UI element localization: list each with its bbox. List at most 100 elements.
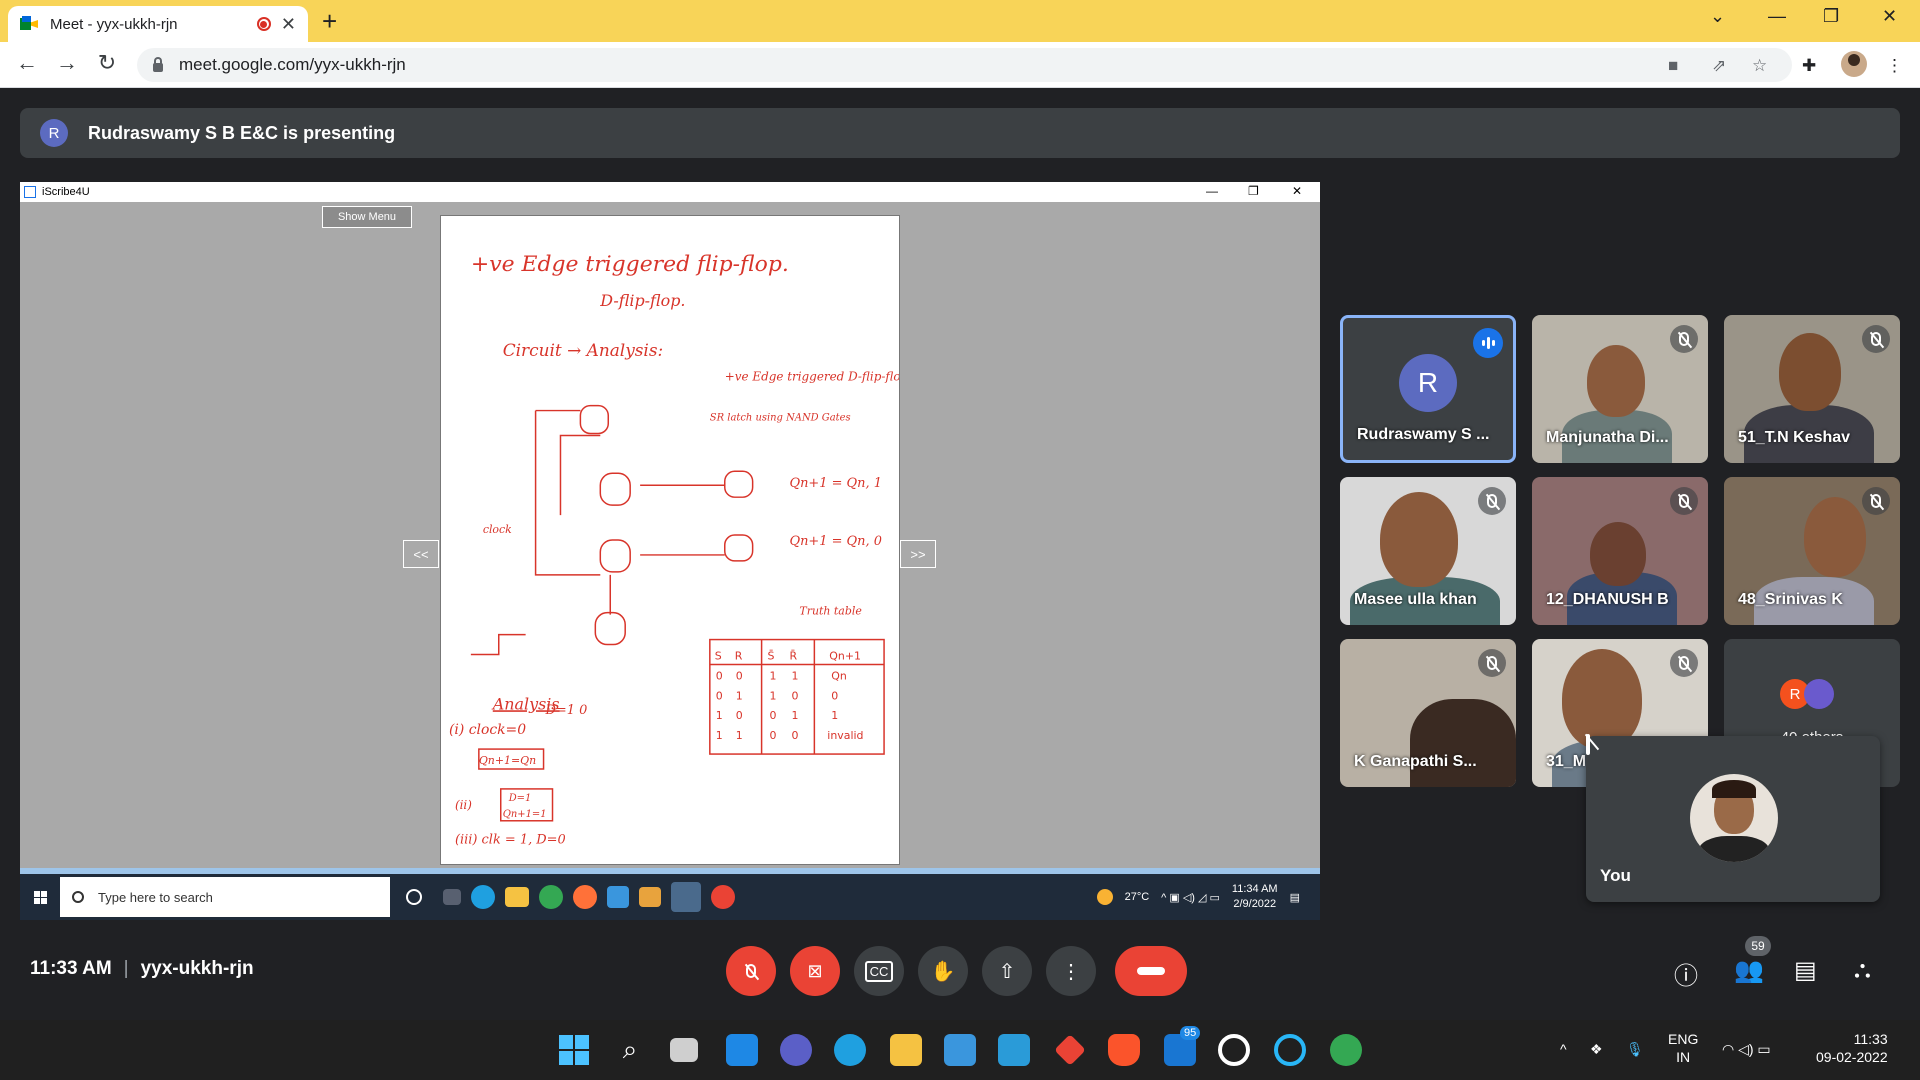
chrome-icon: [539, 885, 563, 909]
search-icon: [72, 891, 84, 903]
participant-face: [1804, 497, 1866, 577]
participant-name: Masee ulla khan: [1354, 591, 1477, 608]
browser-tab[interactable]: Meet - yyx-ukkh-rjn ✕: [8, 6, 308, 42]
system-time: 11:33: [1853, 1031, 1888, 1047]
forward-button[interactable]: →: [52, 50, 82, 76]
restore-button[interactable]: ❐: [1823, 6, 1839, 27]
iscribe-titlebar: iScribe4U — ❐ ✕: [20, 182, 1320, 202]
weather-temp: 27°C: [1124, 891, 1150, 903]
activities-icon[interactable]: ⛬: [1854, 956, 1871, 984]
truth-r0-c3: 1: [791, 669, 798, 682]
raise-hand-button[interactable]: ✋: [918, 946, 968, 996]
participant-tile-keshav[interactable]: 51_T.N Keshav: [1724, 315, 1900, 463]
notes-analysis: Analysis: [491, 694, 560, 713]
extensions-icon[interactable]: ✚: [1802, 56, 1816, 76]
share-icon[interactable]: ⇗: [1712, 56, 1726, 76]
chat-icon[interactable]: ▤: [1794, 956, 1817, 985]
firefox-icon: [573, 885, 597, 909]
mic-off-icon: [1478, 649, 1506, 677]
truth-h-0: S: [715, 649, 722, 662]
file-explorer-icon[interactable]: [890, 1034, 922, 1066]
participant-tile-srinivas[interactable]: 48_Srinivas K: [1724, 477, 1900, 625]
captions-button[interactable]: CC: [854, 946, 904, 996]
iscribe-icon: [24, 186, 36, 198]
chrome-icon[interactable]: [1330, 1034, 1362, 1066]
system-clock[interactable]: 11:33 09-02-2022: [1816, 1030, 1888, 1066]
brave-icon[interactable]: [1108, 1034, 1140, 1066]
close-tab-icon[interactable]: ✕: [281, 14, 296, 35]
participant-name: Rudraswamy S ...: [1357, 426, 1490, 443]
show-hidden-icons[interactable]: ^: [1560, 1040, 1567, 1058]
outlook-icon[interactable]: 95: [1164, 1026, 1201, 1066]
browser-tabstrip: Meet - yyx-ukkh-rjn ✕ + ⌄ — ❐ ✕: [0, 0, 1920, 42]
show-menu-button: Show Menu: [322, 206, 412, 228]
close-window-button[interactable]: ✕: [1882, 6, 1897, 27]
region-label: IN: [1676, 1049, 1691, 1065]
system-date: 09-02-2022: [1816, 1049, 1888, 1065]
minimize-button[interactable]: —: [1768, 6, 1786, 27]
truth-r0-c2: 1: [770, 669, 777, 682]
bookmark-star-icon[interactable]: ☆: [1752, 56, 1767, 76]
notes-case2-box1: D=1: [508, 793, 532, 804]
network-volume-battery-icons[interactable]: ◠ ◁) ▭: [1722, 1040, 1771, 1058]
end-call-button[interactable]: [1115, 946, 1187, 996]
tab-search-icon[interactable]: ⌄: [1710, 6, 1725, 27]
teams-chat-icon[interactable]: [780, 1034, 812, 1066]
notes-case1: (i) clock=0: [449, 722, 526, 738]
alexa-icon[interactable]: [1274, 1034, 1306, 1066]
reload-button[interactable]: ↻: [92, 50, 122, 76]
language-indicator[interactable]: ENG IN: [1668, 1030, 1698, 1066]
present-button[interactable]: ⇧: [982, 946, 1032, 996]
participant-tile-rudraswamy[interactable]: R Rudraswamy S ...: [1340, 315, 1516, 463]
truth-r2-c0: 1: [716, 709, 723, 722]
anydesk-icon[interactable]: [1054, 1034, 1086, 1066]
present-icon: ⇧: [998, 960, 1016, 983]
github-icon[interactable]: [1218, 1034, 1250, 1066]
mail-icon[interactable]: [944, 1034, 976, 1066]
mic-toggle-button[interactable]: [726, 946, 776, 996]
iscribe-taskbar-icon: [671, 882, 701, 912]
participant-name: 31_M: [1546, 753, 1587, 770]
truth-r2-c3: 1: [791, 709, 798, 722]
edge-icon[interactable]: [834, 1034, 866, 1066]
self-avatar: [1690, 774, 1778, 862]
back-button[interactable]: ←: [12, 50, 42, 76]
meeting-details-icon[interactable]: ⓘ: [1674, 956, 1698, 991]
meeting-info-separator: |: [123, 958, 129, 979]
camera-toggle-button[interactable]: ⊠: [790, 946, 840, 996]
iscribe-minimize-icon: —: [1206, 184, 1218, 198]
truth-r2-c4: 1: [831, 709, 838, 722]
shared-date: 2/9/2022: [1233, 898, 1277, 910]
profile-avatar[interactable]: [1841, 51, 1867, 77]
dropbox-icon[interactable]: ❖: [1590, 1040, 1603, 1058]
camera-icon[interactable]: ■: [1668, 56, 1678, 76]
meeting-time: 11:33 AM: [30, 958, 112, 979]
truth-h-4: Qn+1: [829, 649, 861, 662]
participant-tile-masee[interactable]: Masee ulla khan: [1340, 477, 1516, 625]
notes-case3: (iii) clk = 1, D=0: [455, 833, 566, 848]
new-tab-button[interactable]: +: [322, 6, 337, 37]
search-icon[interactable]: ⌕: [614, 1034, 646, 1066]
iscribe-close-icon: ✕: [1292, 184, 1303, 198]
url-field[interactable]: meet.google.com/yyx-ukkh-rjn: [137, 48, 1792, 82]
windows-start-button[interactable]: [558, 1034, 590, 1066]
people-icon[interactable]: 👥: [1734, 956, 1764, 985]
widgets-icon[interactable]: [726, 1034, 758, 1066]
notes-circuit: Circuit → Analysis:: [503, 340, 663, 360]
more-options-button[interactable]: ⋮: [1046, 946, 1096, 996]
participant-tile-ganapathi[interactable]: K Ganapathi S...: [1340, 639, 1516, 787]
store-icon: [607, 886, 629, 908]
task-view-icon[interactable]: [670, 1038, 698, 1062]
participant-tile-dhanush[interactable]: 12_DHANUSH B: [1532, 477, 1708, 625]
participant-tile-manjunatha[interactable]: Manjunatha Di...: [1532, 315, 1708, 463]
mic-off-icon: [1586, 734, 1880, 755]
remote-desktop-icon[interactable]: [998, 1034, 1030, 1066]
lock-icon[interactable]: [153, 56, 163, 72]
truth-r3-c4: invalid: [827, 729, 863, 742]
microphone-icon[interactable]: 🎙: [1626, 1040, 1644, 1058]
chrome-menu-icon[interactable]: ⋮: [1886, 56, 1903, 76]
self-view-tile[interactable]: You: [1586, 734, 1880, 902]
truth-r0-c4: Qn: [831, 669, 847, 682]
notes-subtitle: D-flip-flop.: [599, 291, 685, 310]
speaking-indicator-icon: [1473, 328, 1503, 358]
